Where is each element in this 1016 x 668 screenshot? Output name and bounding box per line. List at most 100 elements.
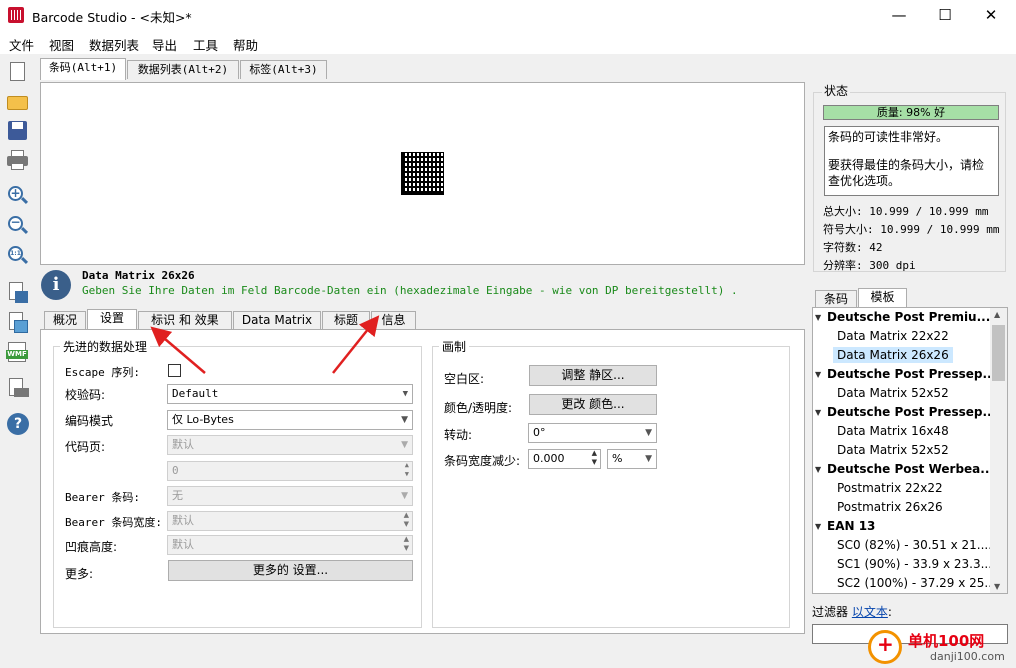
template-label: Data Matrix 22x22 [837, 329, 949, 343]
symbol-size: 符号大小: 10.999 / 10.999 mm [823, 223, 1000, 236]
tab-label[interactable]: 标签(Alt+3) [240, 60, 327, 79]
codepage-number-value: 0 [172, 464, 179, 477]
tab-datamatrix[interactable]: Data Matrix [233, 311, 321, 329]
tab-templates[interactable]: 模板 [858, 288, 907, 309]
spinner-icon: ▲ ▼ [404, 461, 409, 478]
spinner-icon: ▲ ▼ [591, 449, 597, 466]
template-group[interactable]: Deutsche Post Pressep... [813, 365, 990, 384]
template-group[interactable]: Deutsche Post Pressep... [813, 403, 990, 422]
scroll-up-icon[interactable]: ▲ [994, 310, 1000, 319]
template-item[interactable]: Data Matrix 52x52 [813, 441, 990, 460]
tab-barcode[interactable]: 条码(Alt+1) [40, 58, 126, 80]
close-button[interactable]: ✕ [968, 0, 1014, 30]
menu-view[interactable]: 视图 [49, 35, 74, 54]
width-reduction-value: 0.000 [533, 452, 565, 465]
advanced-group-title: 先进的数据处理 [60, 338, 151, 355]
tab-caption[interactable]: 标题 [322, 311, 370, 329]
template-label: Deutsche Post Werbea... [827, 462, 990, 476]
tab-settings[interactable]: 设置 [87, 309, 137, 330]
export-image-icon[interactable] [6, 281, 30, 305]
template-item[interactable]: SC2 (100%) - 37.29 x 25... [813, 574, 990, 593]
wmf-icon[interactable]: WMF [6, 341, 30, 365]
bearer-select[interactable]: 无 ▼ [167, 486, 413, 506]
codepage-select[interactable]: 默认 ▼ [167, 435, 413, 455]
template-label: Deutsche Post Premiu... [827, 310, 990, 324]
template-item[interactable]: Data Matrix 22x22 [813, 327, 990, 346]
watermark-plus: + [877, 632, 894, 656]
template-item[interactable]: SC0 (82%) - 30.51 x 21.... [813, 536, 990, 555]
zoom-in-icon[interactable]: + [6, 184, 30, 208]
export-picture-icon[interactable] [6, 311, 30, 335]
scroll-down-icon[interactable]: ▼ [994, 582, 1000, 591]
minimize-button[interactable]: — [876, 0, 922, 30]
template-group[interactable]: Deutsche Post Werbea... [813, 460, 990, 479]
tab-marks-effects[interactable]: 标识 和 效果 [138, 311, 232, 329]
template-label: Deutsche Post Pressep... [827, 367, 990, 381]
encoding-label: 编码模式 [65, 414, 114, 428]
zoom-reset-icon[interactable]: 1:1 [6, 244, 30, 268]
encoding-select[interactable]: 仅 Lo-Bytes ▼ [167, 410, 413, 430]
template-item[interactable]: Data Matrix 26x26 [813, 346, 990, 365]
quality-bar: 质量: 98% 好 [823, 105, 999, 120]
info-title: Data Matrix 26x26 [82, 269, 195, 282]
help-icon[interactable]: ? [6, 412, 30, 436]
notch-input[interactable]: 默认 ▲ ▼ [167, 535, 413, 555]
chevron-down-icon: ▼ [645, 454, 652, 464]
quality-message-line1: 条码的可读性非常好。 [828, 130, 949, 144]
width-reduction-unit-select[interactable]: % ▼ [607, 449, 657, 469]
template-label: SC0 (82%) - 30.51 x 21.... [837, 538, 990, 552]
width-reduction-label: 条码宽度减少: [444, 454, 521, 468]
maximize-button[interactable]: ☐ [922, 0, 968, 30]
codepage-number[interactable]: 0 ▲ ▼ [167, 461, 413, 481]
template-label: Data Matrix 52x52 [837, 443, 949, 457]
width-reduction-input[interactable]: 0.000 ▲ ▼ [528, 449, 601, 469]
template-item[interactable]: Postmatrix 26x26 [813, 498, 990, 517]
bearer-width-input[interactable]: 默认 ▲ ▼ [167, 511, 413, 531]
menu-file[interactable]: 文件 [9, 35, 34, 54]
export-print-icon[interactable] [6, 377, 30, 401]
bearer-value: 无 [172, 489, 183, 502]
chevron-down-icon: ▼ [402, 389, 408, 399]
template-item[interactable]: Postmatrix 22x22 [813, 479, 990, 498]
watermark-name: 单机100网 [908, 632, 985, 650]
filter-by-text-link[interactable]: 以文本 [852, 605, 888, 619]
menu-datalist[interactable]: 数据列表 [89, 35, 139, 54]
template-item[interactable]: Data Matrix 52x52 [813, 384, 990, 403]
wmf-label: WMF [6, 350, 28, 359]
quality-message-line2: 要获得最佳的条码大小，请检查优化选项。 [828, 158, 985, 188]
save-icon[interactable] [6, 119, 30, 143]
menu-export[interactable]: 导出 [152, 35, 177, 54]
tab-information[interactable]: 信息 [371, 311, 416, 329]
template-item[interactable]: SC1 (90%) - 33.9 x 23.3... [813, 555, 990, 574]
checksum-select[interactable]: Default ▼ [167, 384, 413, 404]
new-file-icon[interactable] [6, 60, 30, 84]
print-icon[interactable] [6, 148, 30, 172]
zoom-out-icon[interactable]: − [6, 214, 30, 238]
width-reduction-unit: % [612, 452, 623, 465]
tab-datalist[interactable]: 数据列表(Alt+2) [127, 60, 239, 79]
template-item[interactable]: Data Matrix 16x48 [813, 422, 990, 441]
template-label: Data Matrix 26x26 [833, 347, 953, 363]
template-group[interactable]: Deutsche Post Premiu... [813, 308, 990, 327]
adjust-quiet-zone-button[interactable]: 调整 静区... [529, 365, 657, 386]
bearer-label: Bearer 条码: [65, 491, 140, 504]
notch-value: 默认 [172, 538, 194, 551]
more-settings-button[interactable]: 更多的 设置... [168, 560, 413, 581]
scroll-thumb[interactable] [992, 325, 1005, 381]
help-label: ? [7, 413, 29, 435]
open-folder-icon[interactable] [6, 90, 30, 114]
template-group[interactable]: EAN 13 [813, 517, 990, 536]
drawing-group-title: 画制 [439, 338, 470, 355]
change-color-button[interactable]: 更改 颜色... [529, 394, 657, 415]
tab-overview[interactable]: 概况 [44, 311, 86, 329]
info-icon: i [41, 270, 71, 300]
checksum-value: Default [172, 387, 219, 400]
template-label: Data Matrix 52x52 [837, 386, 949, 400]
menu-help[interactable]: 帮助 [233, 35, 258, 54]
chevron-down-icon: ▼ [401, 415, 408, 425]
rotate-select[interactable]: 0° ▼ [528, 423, 657, 443]
escape-checkbox[interactable] [168, 364, 181, 377]
tab-barcode-list[interactable]: 条码 [815, 290, 857, 308]
chevron-down-icon: ▼ [401, 440, 408, 450]
menu-tools[interactable]: 工具 [193, 35, 218, 54]
